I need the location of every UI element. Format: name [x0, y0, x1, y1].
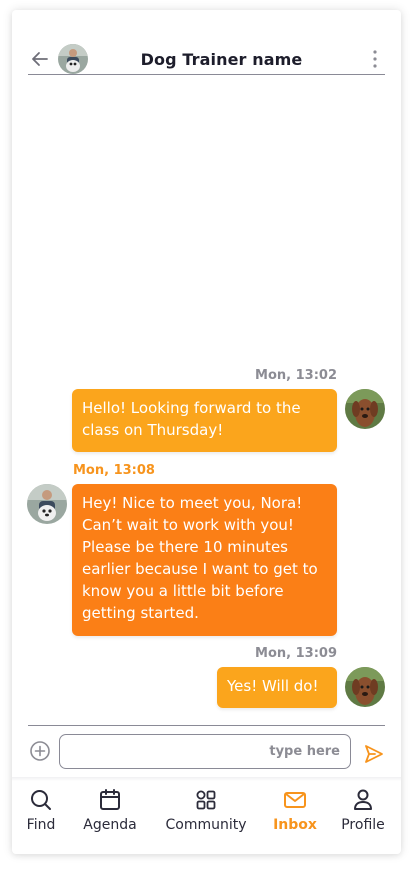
nav-item-agenda[interactable]: Agenda: [70, 781, 150, 833]
user-avatar[interactable]: [345, 667, 385, 707]
chat-screen: Dog Trainer name Mon, 13:02 Hello! Looki…: [12, 10, 401, 854]
more-vertical-icon: [373, 50, 377, 68]
more-options-button[interactable]: [365, 47, 385, 71]
nav-item-profile[interactable]: Profile: [323, 781, 401, 833]
page-title: Dog Trainer name: [140, 49, 303, 69]
nav-label: Agenda: [83, 817, 137, 833]
composer-divider: [28, 725, 385, 726]
outgoing-message-bubble: Yes! Will do!: [217, 667, 337, 708]
trainer-avatar[interactable]: [58, 44, 88, 74]
mail-icon: [284, 792, 306, 808]
search-icon: [31, 790, 51, 810]
message-timestamp: Mon, 13:09: [255, 646, 337, 661]
user-icon: [354, 789, 372, 810]
nav-item-community[interactable]: Community: [165, 781, 247, 833]
nav-label: Find: [26, 817, 56, 833]
incoming-message-bubble: Hey! Nice to meet you, Nora! Can’t wait …: [72, 484, 337, 636]
trainer-avatar[interactable]: [27, 484, 67, 524]
message-timestamp: Mon, 13:08: [73, 463, 155, 478]
chat-header: Dog Trainer name: [28, 42, 385, 76]
send-button[interactable]: [362, 742, 386, 766]
bottom-nav: Find Agenda Community Inbox Profile: [12, 781, 401, 854]
header-divider: [28, 74, 385, 75]
plus-circle-icon: [30, 741, 50, 761]
outgoing-message-bubble: Hello! Looking forward to the class on T…: [72, 389, 337, 452]
nav-label: Inbox: [273, 817, 317, 833]
message-timestamp: Mon, 13:02: [255, 368, 337, 383]
send-icon: [365, 745, 383, 763]
calendar-icon: [100, 789, 120, 810]
nav-label: Profile: [341, 817, 385, 833]
user-avatar[interactable]: [345, 389, 385, 429]
grid-icon: [196, 790, 216, 810]
back-button[interactable]: [28, 47, 52, 71]
arrow-left-icon: [32, 52, 48, 66]
nav-label: Community: [165, 817, 247, 833]
message-input[interactable]: [59, 734, 351, 769]
add-attachment-button[interactable]: [29, 740, 51, 762]
